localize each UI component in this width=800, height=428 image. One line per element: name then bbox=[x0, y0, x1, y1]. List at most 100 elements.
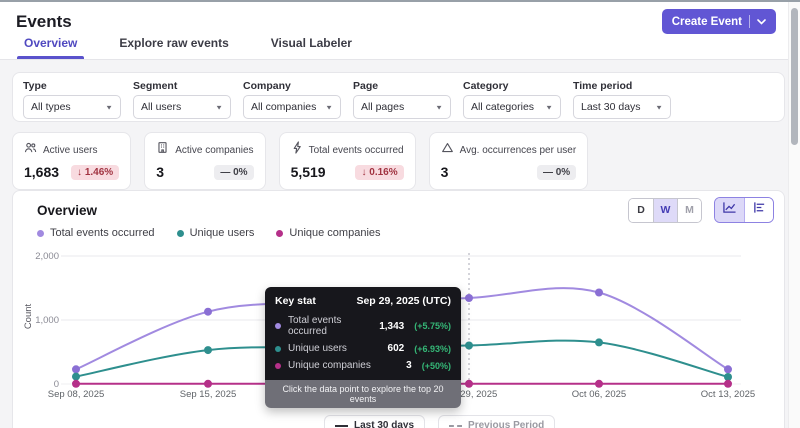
button-divider bbox=[749, 15, 750, 28]
data-point-unique-users-0[interactable] bbox=[72, 372, 80, 381]
filter-company: Company All companies ▼ bbox=[243, 80, 341, 119]
select-value: All types bbox=[31, 101, 71, 113]
last-30-days-toggle-button[interactable]: Last 30 days bbox=[324, 415, 426, 428]
stat-value: 3 bbox=[440, 164, 449, 180]
stat-change-badge: ↓ 0.16% bbox=[355, 164, 404, 180]
chart-tooltip: Key stat Sep 29, 2025 (UTC) Total events… bbox=[265, 287, 461, 408]
data-point-unique-companies-0[interactable] bbox=[72, 379, 80, 388]
page-title: Events bbox=[16, 12, 72, 31]
data-point-total-events-occurred-1[interactable] bbox=[204, 307, 212, 316]
select-value: Last 30 days bbox=[581, 101, 641, 113]
type-select[interactable]: All types ▼ bbox=[23, 95, 121, 119]
stat-label: Avg. occurrences per user bbox=[459, 144, 577, 156]
tab-bar: Overview Explore raw events Visual Labeler bbox=[17, 36, 359, 59]
stat-card-avg-occurrences-per-user: Avg. occurrences per user 3 — 0% bbox=[428, 132, 589, 190]
stat-change-badge: — 0% bbox=[214, 164, 254, 180]
data-point-unique-users-5[interactable] bbox=[724, 373, 732, 381]
segment-select[interactable]: All users ▼ bbox=[133, 95, 231, 119]
chevron-down-icon: ▼ bbox=[655, 103, 663, 111]
data-point-unique-companies-4[interactable] bbox=[595, 379, 603, 388]
select-value: All users bbox=[141, 101, 182, 113]
tooltip-series-value: 602 bbox=[387, 343, 405, 354]
tooltip-series-name: Unique companies bbox=[288, 360, 371, 371]
filters-bar: Type All types ▼ Segment All users ▼ Company Al… bbox=[12, 72, 785, 122]
stat-change-badge: ↓ 1.46% bbox=[71, 164, 120, 180]
chart-footer-legend: Last 30 days Previous Period bbox=[324, 415, 556, 428]
data-point-unique-users-4[interactable] bbox=[595, 338, 603, 347]
tooltip-series-change: (+5.75%) bbox=[414, 321, 451, 331]
filter-label: Company bbox=[243, 80, 291, 92]
data-point-total-events-occurred-0[interactable] bbox=[72, 365, 80, 374]
stat-value: 1,683 bbox=[24, 164, 60, 180]
data-point-unique-users-1[interactable] bbox=[204, 346, 212, 355]
page-select[interactable]: All pages ▼ bbox=[353, 95, 451, 119]
data-point-unique-users-3[interactable] bbox=[465, 341, 473, 350]
chevron-down-icon: ▼ bbox=[325, 103, 333, 111]
filter-time-period: Time period Last 30 days ▼ bbox=[573, 80, 671, 119]
scrollbar-track[interactable] bbox=[788, 2, 800, 428]
select-value: All pages bbox=[361, 101, 405, 113]
filter-page: Page All pages ▼ bbox=[353, 80, 451, 119]
filter-segment: Segment All users ▼ bbox=[133, 80, 231, 119]
stat-card-active-companies: Active companies 3 — 0% bbox=[144, 132, 266, 190]
filter-label: Category bbox=[463, 80, 509, 92]
tooltip-series-change: (+50%) bbox=[421, 360, 451, 371]
tab-visual-labeler[interactable]: Visual Labeler bbox=[264, 36, 359, 59]
data-point-total-events-occurred-4[interactable] bbox=[595, 288, 603, 297]
data-point-unique-companies-3[interactable] bbox=[465, 379, 473, 388]
x-tick-oct-06-2025: Oct 06, 2025 bbox=[571, 389, 627, 400]
tooltip-hint: Click the data point to explore the top … bbox=[265, 380, 461, 408]
stat-label: Total events occurred bbox=[308, 144, 404, 156]
y-tick-2000: 2,000 bbox=[35, 251, 59, 262]
chevron-down-icon: ▼ bbox=[435, 103, 443, 111]
tab-explore-raw-events[interactable]: Explore raw events bbox=[112, 36, 235, 59]
filter-label: Page bbox=[353, 80, 379, 92]
filter-type: Type All types ▼ bbox=[23, 80, 121, 119]
building-icon bbox=[156, 141, 169, 159]
tooltip-series-name: Total events occurred bbox=[288, 315, 342, 337]
tooltip-title: Key stat bbox=[275, 295, 316, 307]
bolt-icon bbox=[291, 141, 303, 159]
tooltip-date: Sep 29, 2025 (UTC) bbox=[356, 295, 451, 307]
data-point-total-events-occurred-5[interactable] bbox=[724, 365, 732, 374]
data-point-total-events-occurred-3[interactable] bbox=[465, 294, 473, 302]
window-top-edge bbox=[0, 0, 800, 2]
users-icon bbox=[24, 141, 37, 159]
tooltip-series-name: Unique users bbox=[288, 343, 347, 354]
category-select[interactable]: All categories ▼ bbox=[463, 95, 561, 119]
tooltip-series-dot bbox=[275, 362, 281, 369]
events-page: Events Create Event Overview Explore raw … bbox=[0, 0, 800, 428]
stat-card-total-events-occurred: Total events occurred 5,519 ↓ 0.16% bbox=[278, 132, 416, 190]
data-point-unique-companies-5[interactable] bbox=[724, 379, 732, 388]
stat-label: Active companies bbox=[175, 144, 254, 156]
tooltip-row-unique-users: Unique users 602 (+6.93%) bbox=[275, 343, 451, 354]
create-event-button[interactable]: Create Event bbox=[661, 9, 776, 34]
tooltip-series-value: 1,343 bbox=[379, 320, 405, 332]
tooltip-series-dot bbox=[275, 323, 281, 329]
x-tick-oct-13-2025: Oct 13, 2025 bbox=[700, 389, 756, 400]
overview-card: Overview DWM Total events occurred Unique… bbox=[12, 190, 785, 428]
create-event-label: Create Event bbox=[671, 15, 742, 28]
company-select[interactable]: All companies ▼ bbox=[243, 95, 341, 119]
tooltip-row-unique-companies: Unique companies 3 (+50%) bbox=[275, 360, 451, 371]
tooltip-body: Key stat Sep 29, 2025 (UTC) Total events… bbox=[265, 287, 461, 380]
chevron-down-icon: ▼ bbox=[105, 103, 113, 111]
page-header: Events Create Event Overview Explore raw … bbox=[0, 2, 800, 60]
dashed-line-icon bbox=[449, 424, 463, 427]
chevron-down-icon[interactable] bbox=[757, 16, 766, 28]
previous-period-toggle-button[interactable]: Previous Period bbox=[438, 415, 556, 428]
tab-overview[interactable]: Overview bbox=[17, 36, 85, 59]
stat-card-active-users: Active users 1,683 ↓ 1.46% bbox=[12, 132, 132, 190]
chevron-down-icon: ▼ bbox=[215, 103, 223, 111]
filter-label: Time period bbox=[573, 80, 633, 92]
data-point-unique-companies-1[interactable] bbox=[204, 379, 212, 388]
footer-button-label: Last 30 days bbox=[354, 420, 415, 428]
tooltip-series-change: (+6.93%) bbox=[414, 343, 451, 354]
scrollbar-thumb[interactable] bbox=[791, 8, 798, 145]
y-tick-1000: 1,000 bbox=[35, 315, 59, 326]
stat-change-badge: — 0% bbox=[536, 164, 577, 180]
solid-line-icon bbox=[335, 424, 348, 427]
stat-value: 5,519 bbox=[290, 164, 326, 180]
time-period-select[interactable]: Last 30 days ▼ bbox=[573, 95, 671, 119]
delta-icon bbox=[441, 141, 454, 159]
